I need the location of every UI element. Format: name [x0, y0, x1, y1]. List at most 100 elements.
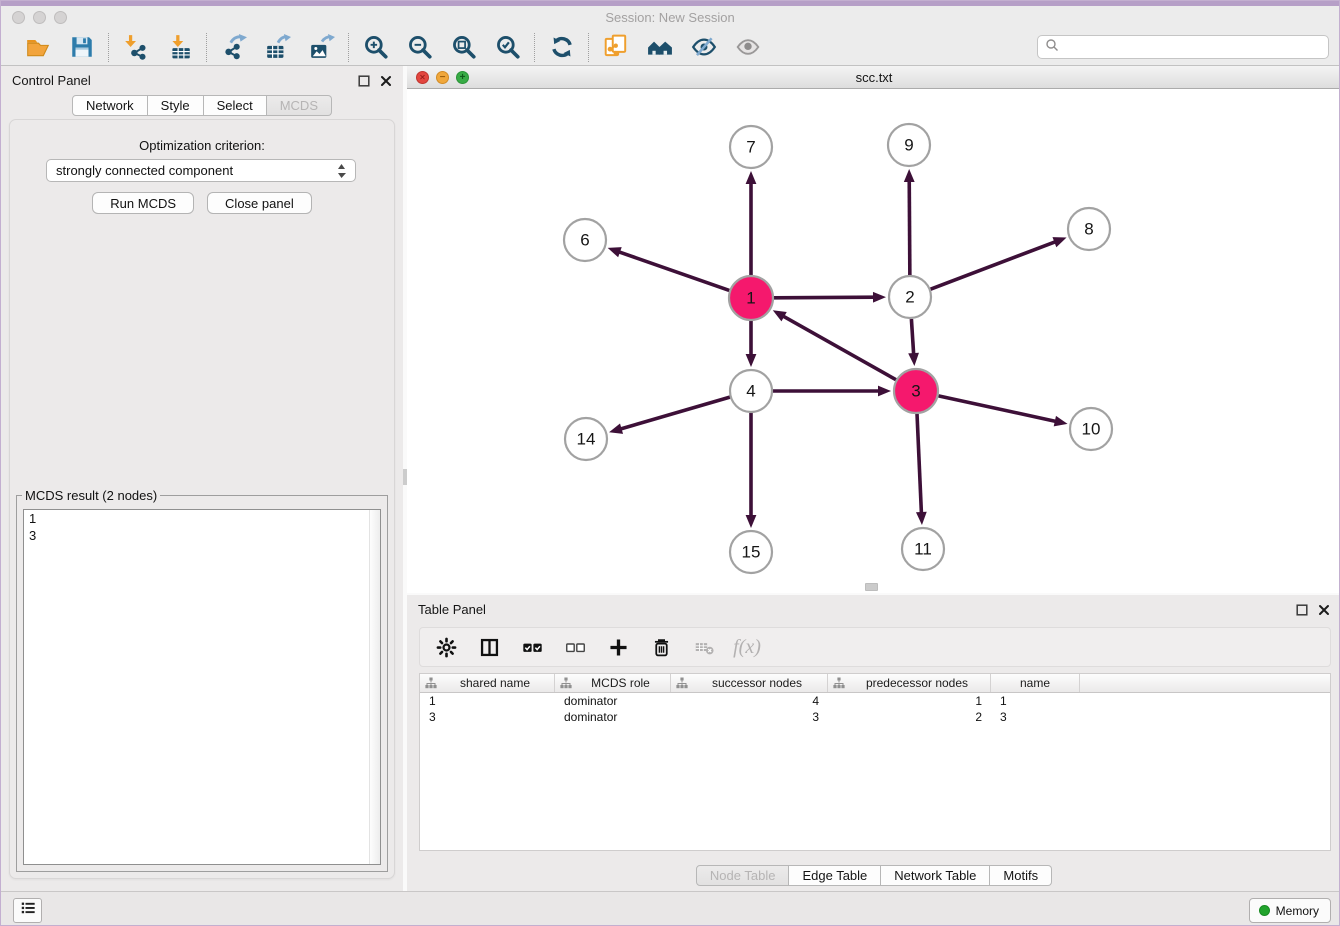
- export-table-icon[interactable]: [264, 34, 291, 61]
- edge-1-6[interactable]: [618, 252, 729, 291]
- table-cell[interactable]: dominator: [555, 710, 671, 724]
- column-header-mcds-role[interactable]: MCDS role: [555, 674, 671, 692]
- column-header-shared-name[interactable]: shared name: [420, 674, 555, 692]
- deselect-all-icon[interactable]: [564, 636, 586, 658]
- graphics-details-icon: [734, 34, 761, 61]
- edge-2-3[interactable]: [911, 319, 913, 355]
- memory-status-icon: [1259, 905, 1270, 916]
- zoom-out-icon[interactable]: [406, 34, 433, 61]
- criterion-dropdown[interactable]: strongly connected component: [46, 159, 356, 182]
- column-header-predecessor-nodes[interactable]: predecessor nodes: [828, 674, 991, 692]
- column-header-name[interactable]: name: [991, 674, 1080, 692]
- table-settings-icon[interactable]: [435, 636, 457, 658]
- open-session-icon[interactable]: [24, 34, 51, 61]
- tab-network-table[interactable]: Network Table: [881, 865, 990, 886]
- table-cell[interactable]: 3: [420, 710, 555, 724]
- search-input[interactable]: [1064, 40, 1321, 54]
- tab-motifs[interactable]: Motifs: [990, 865, 1052, 886]
- table-row[interactable]: 1dominator411: [420, 693, 1330, 709]
- arrowhead-icon: [608, 247, 622, 257]
- node-8[interactable]: 8: [1068, 208, 1110, 250]
- table-row[interactable]: 3dominator323: [420, 709, 1330, 725]
- column-label: shared name: [441, 676, 549, 690]
- export-network-icon[interactable]: [220, 34, 247, 61]
- table-cell[interactable]: 3: [671, 710, 828, 724]
- network-canvas[interactable]: 7 9 6 8 1 2 4 3 14 10 15 11: [407, 89, 1340, 593]
- node-11[interactable]: 11: [902, 528, 944, 570]
- table-cell[interactable]: 4: [671, 694, 828, 708]
- node-3[interactable]: 3: [894, 369, 938, 413]
- tab-node-table[interactable]: Node Table: [696, 865, 790, 886]
- edge-2-8[interactable]: [931, 241, 1057, 289]
- node-7[interactable]: 7: [730, 126, 772, 168]
- canvas-resize-grip[interactable]: [865, 583, 878, 591]
- home-icon[interactable]: [646, 34, 673, 61]
- tab-mcds[interactable]: MCDS: [267, 95, 332, 116]
- memory-button[interactable]: Memory: [1249, 898, 1331, 923]
- column-layout-icon[interactable]: [478, 636, 500, 658]
- edge-2-9[interactable]: [909, 180, 910, 275]
- save-session-icon[interactable]: [68, 34, 95, 61]
- task-history-button[interactable]: [13, 898, 42, 923]
- network-close-button[interactable]: [416, 71, 429, 84]
- network-minimize-button[interactable]: [436, 71, 449, 84]
- node-1[interactable]: 1: [729, 276, 773, 320]
- result-scrollbar[interactable]: [369, 510, 380, 864]
- node-10[interactable]: 10: [1070, 408, 1112, 450]
- close-panel-icon[interactable]: [379, 74, 392, 87]
- optimization-criterion-label: Optimization criterion:: [10, 138, 394, 153]
- table-cell[interactable]: 2: [828, 710, 991, 724]
- table-body: 1dominator4113dominator323: [420, 693, 1330, 725]
- edge-3-1[interactable]: [782, 316, 896, 380]
- node-6[interactable]: 6: [564, 219, 606, 261]
- run-mcds-button[interactable]: Run MCDS: [92, 192, 194, 214]
- export-image-icon[interactable]: [308, 34, 335, 61]
- node-15[interactable]: 15: [730, 531, 772, 573]
- add-entry-icon[interactable]: [607, 636, 629, 658]
- table-cell[interactable]: dominator: [555, 694, 671, 708]
- zoom-fit-icon[interactable]: [450, 34, 477, 61]
- network-graph[interactable]: 7 9 6 8 1 2 4 3 14 10 15 11: [407, 89, 1340, 593]
- zoom-window-button[interactable]: [54, 11, 67, 24]
- tab-select[interactable]: Select: [204, 95, 267, 116]
- clone-network-icon[interactable]: [602, 34, 629, 61]
- node-14[interactable]: 14: [565, 418, 607, 460]
- table-cell[interactable]: 1: [828, 694, 991, 708]
- node-4[interactable]: 4: [730, 370, 772, 412]
- table-cell[interactable]: 1: [991, 694, 1080, 708]
- edge-3-11[interactable]: [917, 414, 921, 514]
- zoom-selected-icon[interactable]: [494, 34, 521, 61]
- network-window-titlebar[interactable]: scc.txt: [407, 66, 1340, 89]
- mcds-result-textarea[interactable]: 13: [23, 509, 381, 865]
- tab-network[interactable]: Network: [72, 95, 148, 116]
- close-window-button[interactable]: [12, 11, 25, 24]
- tab-edge-table[interactable]: Edge Table: [789, 865, 881, 886]
- edge-3-10[interactable]: [938, 396, 1056, 422]
- float-table-panel-icon[interactable]: [1295, 603, 1308, 616]
- edge-1-2[interactable]: [774, 297, 875, 298]
- close-table-panel-icon[interactable]: [1317, 603, 1330, 616]
- tab-style[interactable]: Style: [148, 95, 204, 116]
- svg-text:15: 15: [742, 543, 761, 562]
- float-panel-icon[interactable]: [357, 74, 370, 87]
- node-2[interactable]: 2: [889, 276, 931, 318]
- minimize-window-button[interactable]: [33, 11, 46, 24]
- node-table: shared name MCDS rolesuccessor nodesprede…: [419, 673, 1331, 851]
- import-network-icon[interactable]: [122, 34, 149, 61]
- zoom-in-icon[interactable]: [362, 34, 389, 61]
- import-table-icon[interactable]: [166, 34, 193, 61]
- close-panel-button[interactable]: Close panel: [207, 192, 312, 214]
- table-cell[interactable]: 1: [420, 694, 555, 708]
- network-maximize-button[interactable]: [456, 71, 469, 84]
- apply-layout-icon[interactable]: [548, 34, 575, 61]
- task-list-icon: [18, 898, 38, 923]
- edge-4-14[interactable]: [620, 397, 730, 429]
- search-box[interactable]: [1037, 35, 1329, 59]
- table-cell[interactable]: 3: [991, 710, 1080, 724]
- column-header-successor-nodes[interactable]: successor nodes: [671, 674, 828, 692]
- delete-entry-icon[interactable]: [650, 636, 672, 658]
- table-header-row: shared name MCDS rolesuccessor nodesprede…: [420, 674, 1330, 693]
- node-9[interactable]: 9: [888, 124, 930, 166]
- show-hide-graphics-icon[interactable]: [690, 34, 717, 61]
- select-all-icon[interactable]: [521, 636, 543, 658]
